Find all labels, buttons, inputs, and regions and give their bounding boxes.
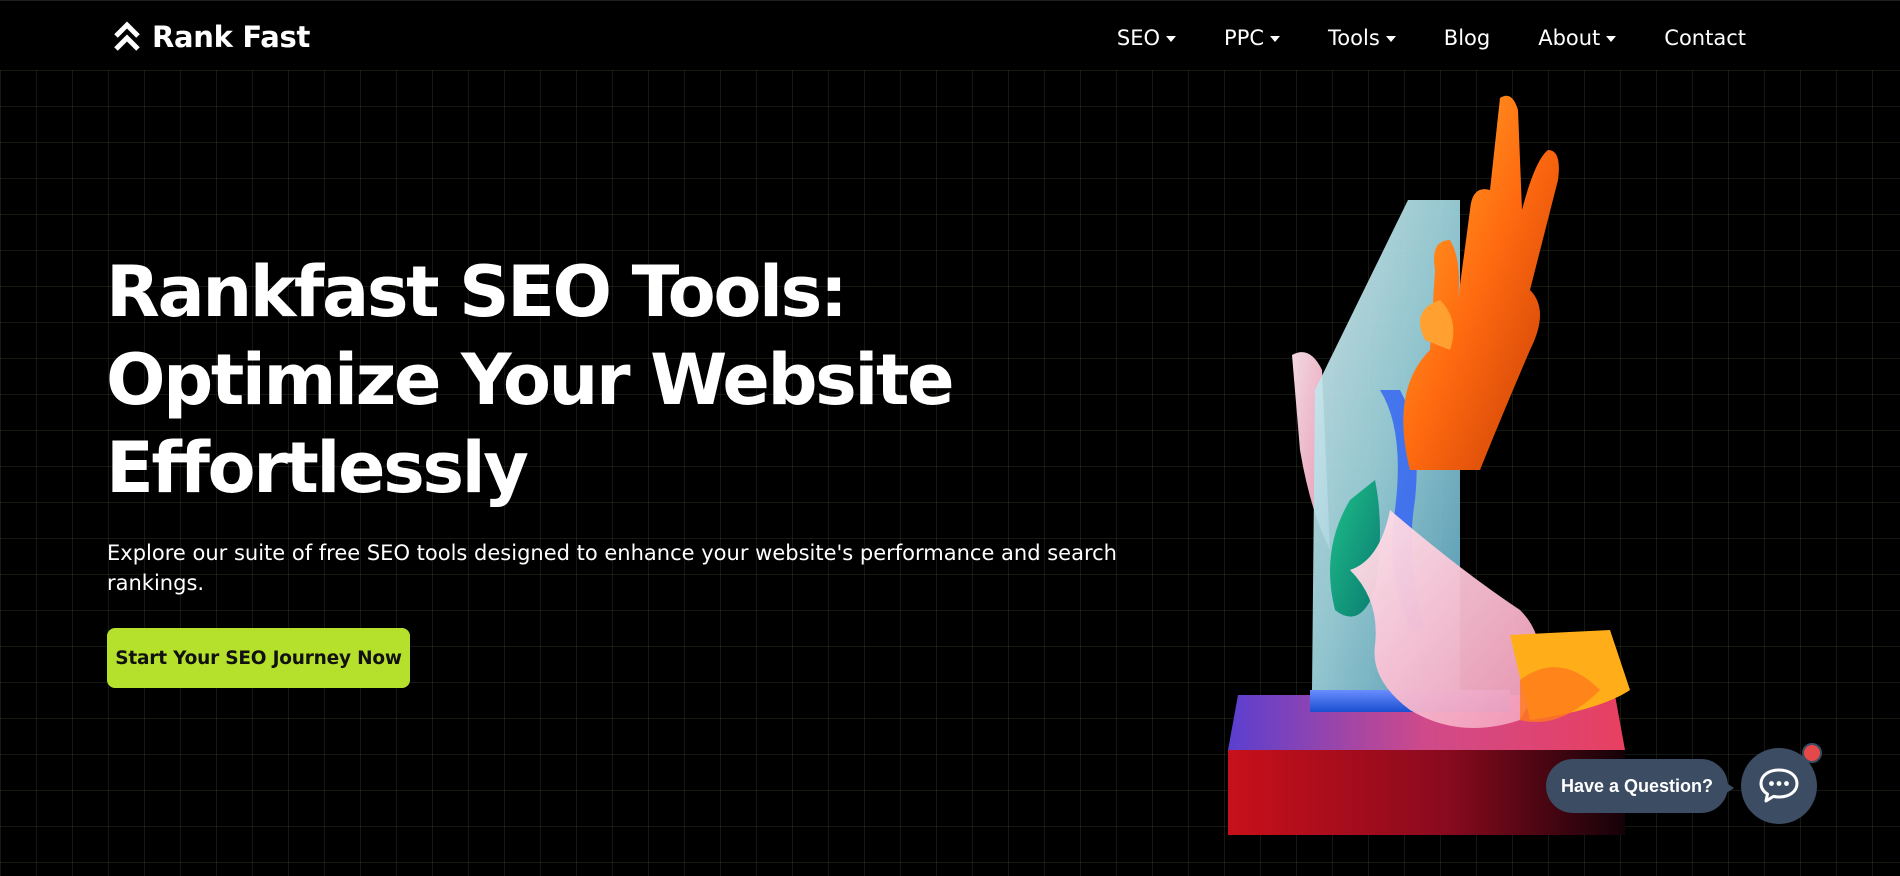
main-nav: SEO PPC Tools Blog About Contact [1117, 23, 1746, 53]
nav-item-label: About [1538, 26, 1601, 50]
chat-prompt-bubble[interactable]: Have a Question? [1546, 759, 1728, 813]
start-seo-journey-button[interactable]: Start Your SEO Journey Now [107, 628, 410, 688]
hero-title-line: Optimize Your Website [106, 339, 955, 421]
nav-item-label: Blog [1443, 26, 1491, 50]
nav-item-label: Contact [1664, 26, 1746, 50]
double-chevron-up-icon [114, 21, 140, 51]
hero-title-line: Effortlessly [106, 427, 529, 509]
caret-down-icon [1166, 35, 1177, 42]
site-header: Rank Fast SEO PPC Tools Blog About Conta… [0, 0, 1900, 70]
nav-item-label: PPC [1224, 26, 1265, 50]
caret-down-icon [1606, 35, 1617, 42]
hero-description: Explore our suite of free SEO tools desi… [107, 541, 1117, 595]
notification-dot [1802, 743, 1822, 763]
page: Rank Fast SEO PPC Tools Blog About Conta… [0, 0, 1900, 876]
hero-illustration [1228, 95, 1630, 835]
nav-item-contact[interactable]: Contact [1664, 26, 1746, 50]
chat-bubble-icon [1759, 768, 1799, 803]
nav-item-ppc[interactable]: PPC [1224, 26, 1281, 50]
nav-item-about[interactable]: About [1538, 26, 1617, 50]
chat-bubble-tail [1722, 780, 1734, 796]
nav-item-blog[interactable]: Blog [1444, 26, 1490, 50]
caret-down-icon [1270, 35, 1281, 42]
brand-name: Rank Fast [152, 20, 311, 54]
nav-item-seo[interactable]: SEO [1116, 26, 1177, 50]
caret-down-icon [1385, 35, 1396, 42]
hero-title: Rankfast SEO Tools: Optimize Your Websit… [106, 248, 1026, 512]
nav-item-tools[interactable]: Tools [1328, 26, 1396, 50]
logo[interactable]: Rank Fast [112, 19, 310, 55]
hero-title-line: Rankfast SEO Tools: [106, 251, 848, 333]
nav-item-label: SEO [1116, 26, 1161, 50]
nav-item-label: Tools [1328, 26, 1380, 50]
